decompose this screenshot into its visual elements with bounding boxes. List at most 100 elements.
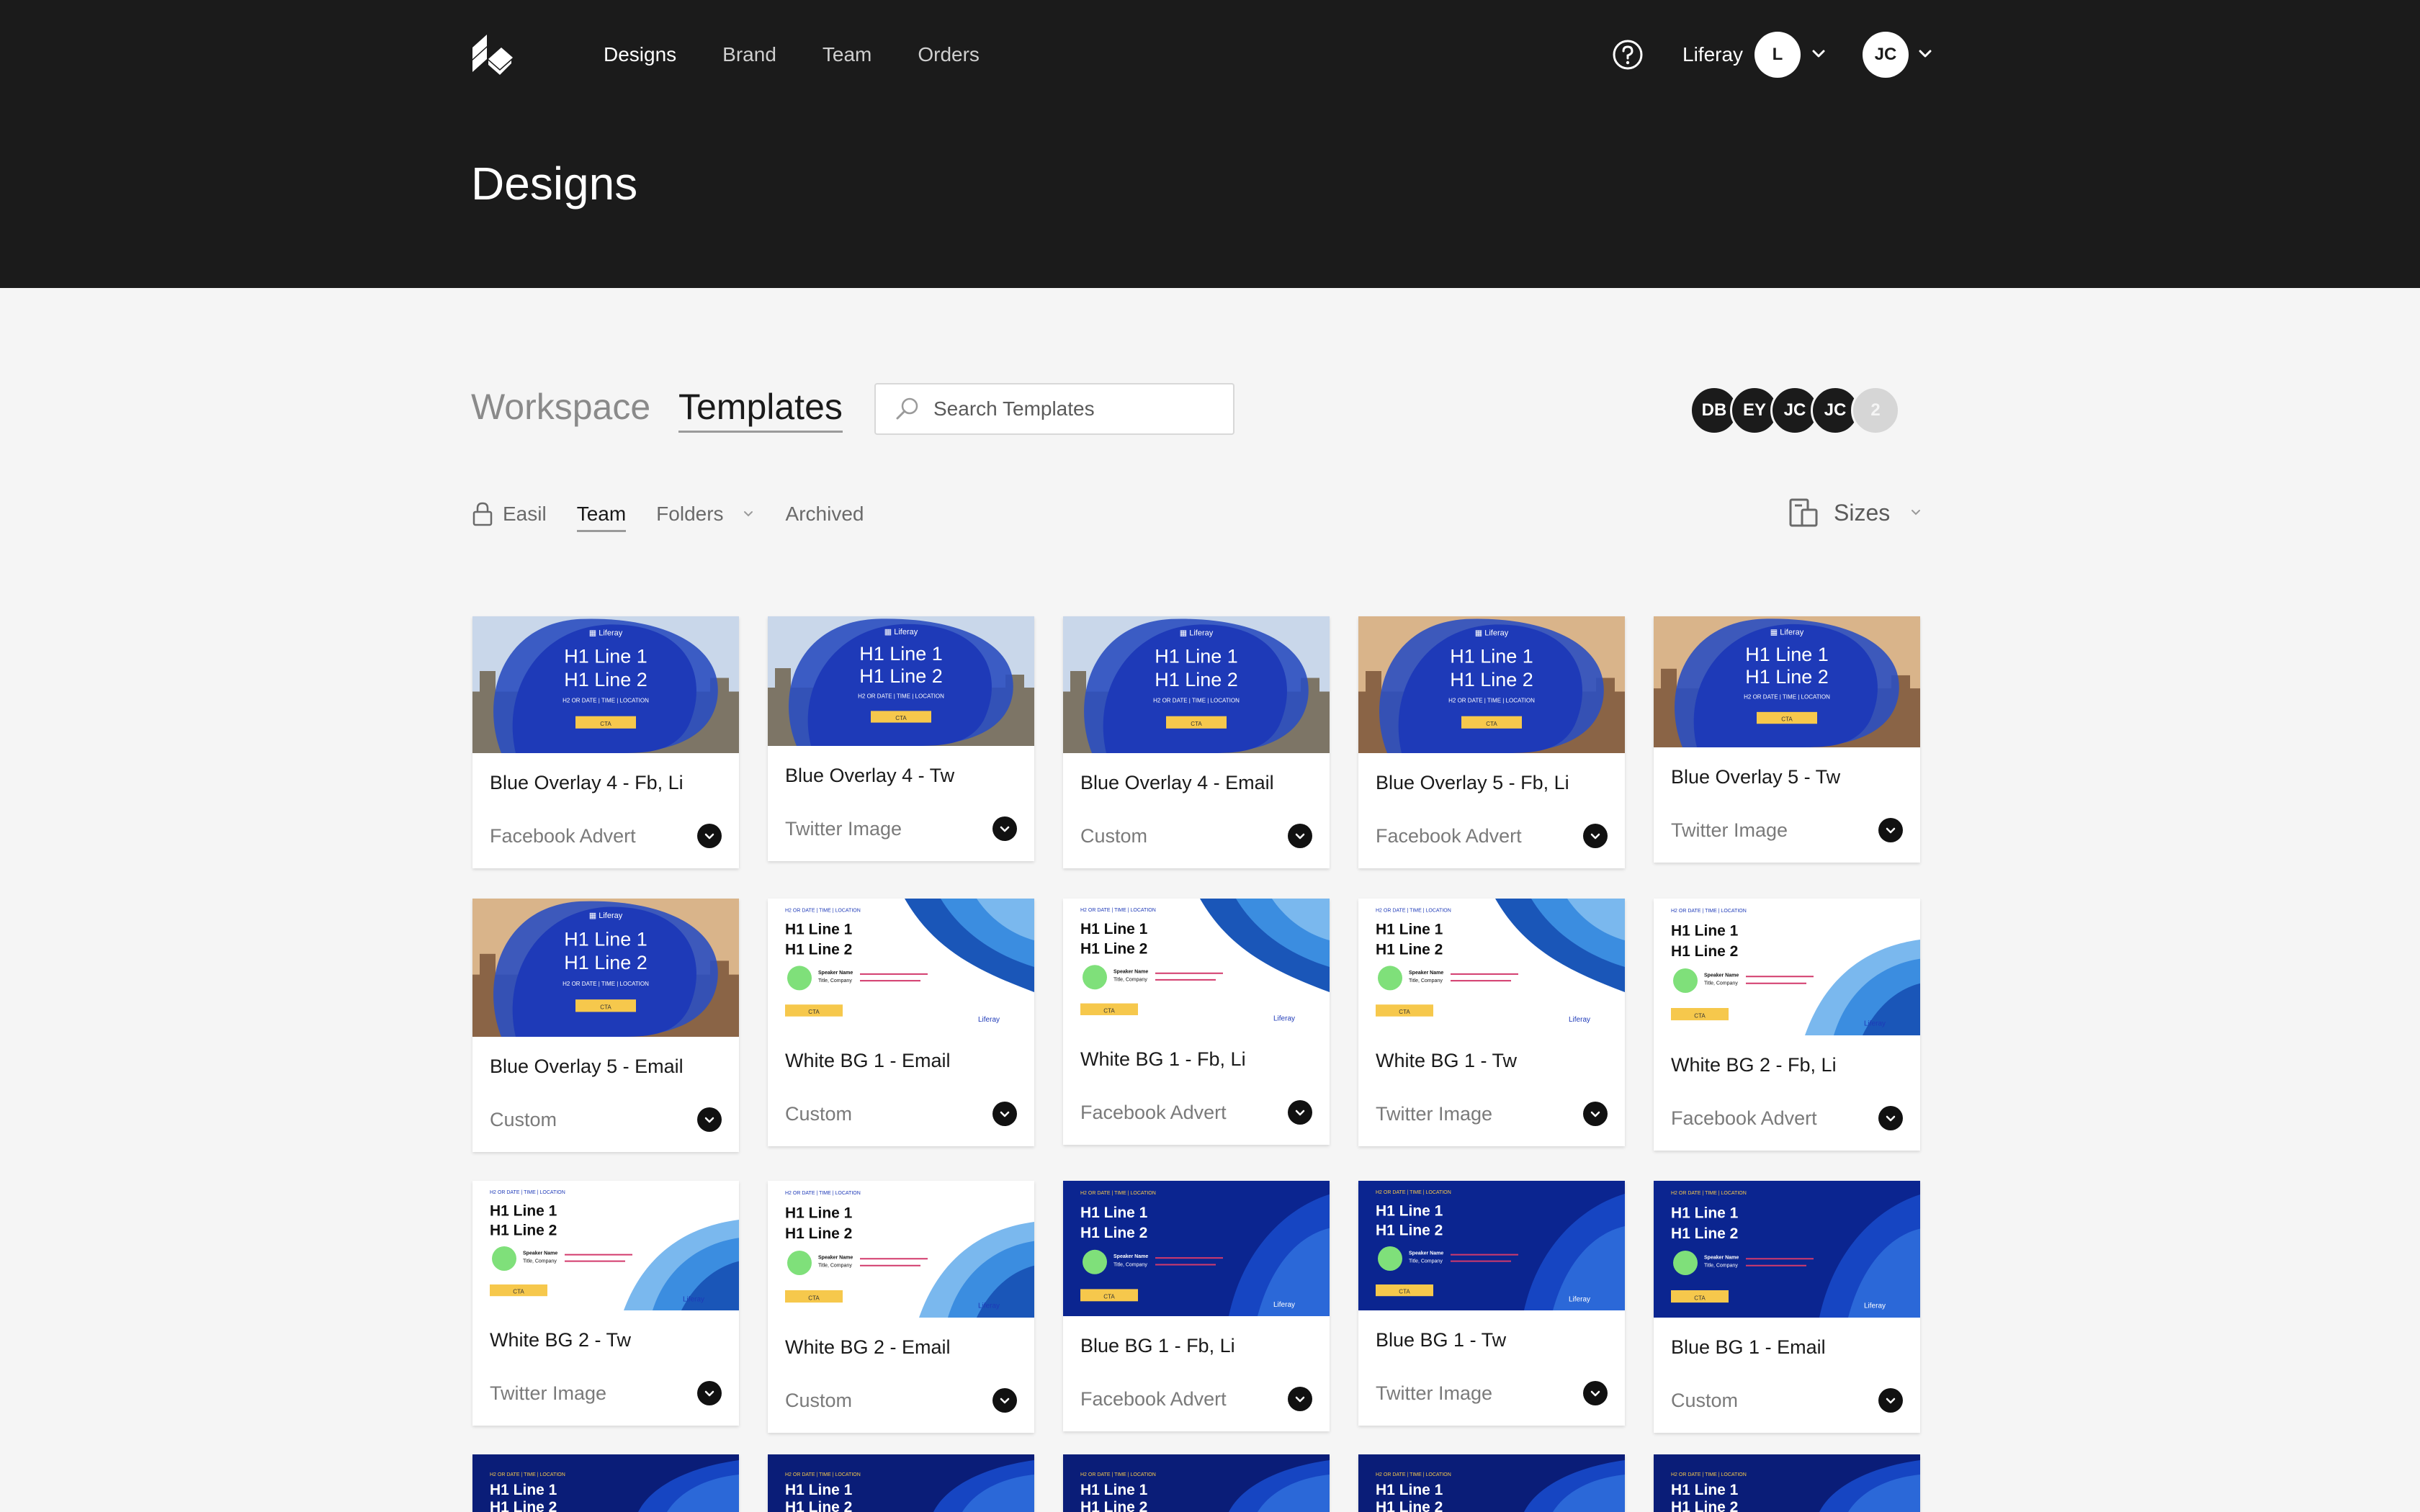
user-avatar[interactable]: JC [1863,32,1909,78]
svg-text:▦ Liferay: ▦ Liferay [589,629,623,638]
template-thumbnail: H2 OR DATE | TIME | LOCATION H1 Line 1 H… [1063,1454,1330,1512]
sizes-dropdown[interactable]: Sizes [1786,495,1923,530]
filter-archived[interactable]: Archived [786,503,864,526]
nav-team[interactable]: Team [823,37,871,72]
svg-text:H2 OR DATE | TIME | LOCATION: H2 OR DATE | TIME | LOCATION [1448,698,1535,704]
filter-easil[interactable]: Easil [503,503,547,526]
svg-text:H1 Line 2: H1 Line 2 [1080,1499,1147,1512]
template-type: Custom [1671,1390,1739,1411]
svg-text:H1 Line 1: H1 Line 1 [1745,644,1829,665]
template-card[interactable]: H2 OR DATE | TIME | LOCATION H1 Line 1 H… [768,1181,1034,1433]
tab-templates[interactable]: Templates [678,386,843,433]
svg-text:CTA: CTA [1486,721,1497,727]
nav-brand[interactable]: Brand [722,37,776,72]
template-thumbnail: H2 OR DATE | TIME | LOCATION H1 Line 1 H… [1358,1454,1625,1512]
org-avatar[interactable]: L [1754,32,1801,78]
template-card[interactable]: ▦ Liferay H1 Line 1 H1 Line 2 H2 OR DATE… [472,616,739,868]
template-card[interactable]: ▦ Liferay H1 Line 1 H1 Line 2 H2 OR DATE… [472,899,739,1152]
template-card[interactable]: H2 OR DATE | TIME | LOCATION H1 Line 1 H… [1358,1454,1625,1512]
svg-text:▦ Liferay: ▦ Liferay [589,912,623,920]
svg-text:Speaker Name: Speaker Name [1409,971,1443,976]
template-card[interactable]: H2 OR DATE | TIME | LOCATION H1 Line 1 H… [1358,899,1625,1146]
template-card[interactable]: H2 OR DATE | TIME | LOCATION H1 Line 1 H… [472,1454,739,1512]
template-type: Facebook Advert [1671,1107,1817,1129]
template-title: Blue BG 1 - Email [1671,1336,1826,1358]
chevron-down-icon [1590,1390,1600,1397]
card-menu-button[interactable] [1583,1381,1608,1405]
svg-text:H2 OR DATE | TIME | LOCATION: H2 OR DATE | TIME | LOCATION [1080,1191,1156,1196]
template-card[interactable]: ▦ Liferay H1 Line 1 H1 Line 2 H2 OR DATE… [1654,616,1920,863]
svg-text:H2 OR DATE | TIME | LOCATION: H2 OR DATE | TIME | LOCATION [785,908,861,913]
card-menu-button[interactable] [697,824,722,848]
template-title: White BG 1 - Tw [1376,1050,1518,1071]
template-card[interactable]: ▦ Liferay H1 Line 1 H1 Line 2 H2 OR DATE… [1358,616,1625,868]
template-card[interactable]: H2 OR DATE | TIME | LOCATION H1 Line 1 H… [768,899,1034,1146]
svg-text:H1 Line 1: H1 Line 1 [1450,646,1533,667]
card-menu-button[interactable] [1288,824,1312,848]
nav-orders[interactable]: Orders [918,37,980,72]
template-card[interactable]: H2 OR DATE | TIME | LOCATION H1 Line 1 H… [472,1181,739,1426]
card-menu-button[interactable] [1583,824,1608,848]
template-title: White BG 2 - Email [785,1336,951,1358]
template-card[interactable]: H2 OR DATE | TIME | LOCATION H1 Line 1 H… [1654,1181,1920,1433]
card-menu-button[interactable] [697,1381,722,1405]
card-menu-button[interactable] [1288,1100,1312,1125]
template-type: Facebook Advert [1080,1388,1227,1410]
chevron-down-icon[interactable] [1809,45,1828,63]
team-more-count[interactable]: 2 [1851,386,1900,435]
chevron-down-icon [1590,1111,1600,1117]
template-card[interactable]: H2 OR DATE | TIME | LOCATION H1 Line 1 H… [1063,1454,1330,1512]
svg-text:H2 OR DATE | TIME | LOCATION: H2 OR DATE | TIME | LOCATION [1671,1472,1747,1477]
template-thumbnail: ▦ Liferay H1 Line 1 H1 Line 2 H2 OR DATE… [1358,616,1625,753]
svg-text:H1 Line 1: H1 Line 1 [785,1205,853,1221]
svg-text:CTA: CTA [1399,1009,1410,1015]
svg-text:H2 OR DATE | TIME | LOCATION: H2 OR DATE | TIME | LOCATION [1080,1472,1156,1477]
filter-folders[interactable]: Folders [656,503,723,526]
search-box[interactable] [874,383,1234,435]
filter-folders-dropdown[interactable]: Folders [656,503,755,526]
card-menu-button[interactable] [1288,1387,1312,1411]
chevron-down-icon[interactable] [1909,505,1923,520]
card-menu-button[interactable] [1878,818,1903,842]
org-switcher-label[interactable]: Liferay [1682,37,1743,72]
easil-logo-icon[interactable] [470,32,516,78]
template-card[interactable]: H2 OR DATE | TIME | LOCATION H1 Line 1 H… [1654,899,1920,1151]
svg-text:CTA: CTA [1103,1007,1115,1014]
svg-text:Liferay: Liferay [1864,1302,1886,1310]
template-thumbnail: H2 OR DATE | TIME | LOCATION H1 Line 1 H… [1654,1181,1920,1318]
card-menu-button[interactable] [992,1102,1017,1126]
template-card[interactable]: H2 OR DATE | TIME | LOCATION H1 Line 1 H… [1063,1181,1330,1431]
card-menu-button[interactable] [992,1388,1017,1413]
svg-text:H2 OR DATE | TIME | LOCATION: H2 OR DATE | TIME | LOCATION [858,693,944,699]
chevron-down-icon [1886,827,1896,834]
nav-designs[interactable]: Designs [604,37,676,72]
chevron-down-icon[interactable] [1916,45,1935,63]
template-card[interactable]: H2 OR DATE | TIME | LOCATION H1 Line 1 H… [1358,1181,1625,1426]
card-menu-button[interactable] [1878,1106,1903,1130]
filter-team[interactable]: Team [576,503,627,532]
template-card[interactable]: H2 OR DATE | TIME | LOCATION H1 Line 1 H… [1063,899,1330,1145]
card-menu-button[interactable] [1583,1102,1608,1126]
template-card[interactable]: H2 OR DATE | TIME | LOCATION H1 Line 1 H… [768,1454,1034,1512]
sizes-label[interactable]: Sizes [1834,500,1890,526]
help-icon[interactable] [1612,39,1644,71]
template-card[interactable]: ▦ Liferay H1 Line 1 H1 Line 2 H2 OR DATE… [768,616,1034,861]
template-card[interactable]: H2 OR DATE | TIME | LOCATION H1 Line 1 H… [1654,1454,1920,1512]
card-menu-button[interactable] [992,816,1017,841]
svg-text:▦ Liferay: ▦ Liferay [1180,629,1214,638]
svg-text:▦ Liferay: ▦ Liferay [1770,628,1804,636]
svg-text:CTA: CTA [808,1295,820,1301]
template-card[interactable]: ▦ Liferay H1 Line 1 H1 Line 2 H2 OR DATE… [1063,616,1330,868]
chevron-down-icon[interactable] [741,507,756,521]
card-menu-button[interactable] [697,1107,722,1132]
template-thumbnail: H2 OR DATE | TIME | LOCATION H1 Line 1 H… [1358,1181,1625,1310]
search-icon [896,397,918,420]
card-menu-button[interactable] [1878,1388,1903,1413]
tab-workspace[interactable]: Workspace [471,386,650,428]
svg-text:H1 Line 1: H1 Line 1 [859,643,943,665]
svg-text:CTA: CTA [600,721,611,727]
svg-text:H1 Line 1: H1 Line 1 [1080,1205,1148,1221]
svg-text:H1 Line 2: H1 Line 2 [1376,941,1443,958]
svg-text:Title, Company: Title, Company [1113,1262,1147,1267]
search-input[interactable] [933,397,1207,420]
